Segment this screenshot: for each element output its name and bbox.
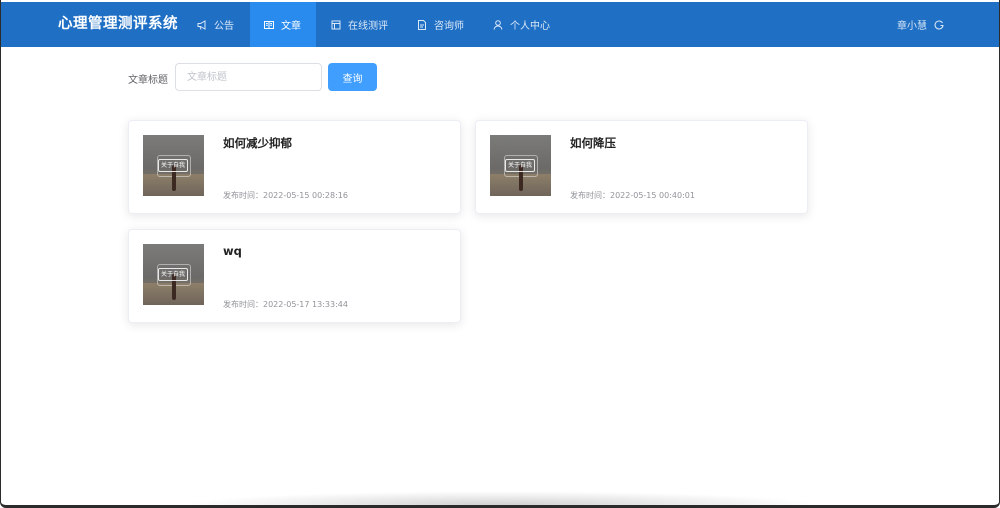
nav-item-online-assessment[interactable]: 在线测评 — [316, 2, 402, 47]
book-icon — [263, 19, 275, 31]
article-card[interactable]: 关于自我 wq 发布时间：2022-05-17 13:33:44 — [128, 229, 461, 323]
user-menu[interactable]: 章小慧 — [897, 2, 945, 47]
thumbnail-tag: 关于自我 — [158, 159, 188, 172]
article-publish-time: 发布时间：2022-05-17 13:33:44 — [223, 300, 348, 309]
bottom-shadow — [181, 491, 821, 505]
nav-item-label: 文章 — [281, 21, 301, 32]
app-title: 心理管理测评系统 — [58, 16, 178, 32]
nav-item-label: 在线测评 — [348, 21, 388, 32]
article-title[interactable]: 如何降压 — [570, 135, 616, 151]
article-card[interactable]: 关于自我 如何降压 发布时间：2022-05-15 00:40:01 — [475, 120, 808, 214]
article-card[interactable]: 关于自我 如何减少抑郁 发布时间：2022-05-15 00:28:16 — [128, 120, 461, 214]
logout-icon[interactable] — [933, 19, 945, 31]
article-thumbnail: 关于自我 — [143, 244, 204, 305]
app-window: 心理管理测评系统 公告 文章 在线测评 咨询师 个人中心 章小慧 文章标题 文章… — [0, 0, 1000, 508]
article-title[interactable]: 如何减少抑郁 — [223, 135, 292, 151]
search-button[interactable]: 查询 — [328, 63, 377, 91]
article-title[interactable]: wq — [223, 244, 242, 258]
article-publish-time: 发布时间：2022-05-15 00:28:16 — [223, 191, 348, 200]
megaphone-icon — [196, 19, 208, 31]
user-icon — [492, 19, 504, 31]
thumbnail-tag: 关于自我 — [158, 268, 188, 281]
thumbnail-tag: 关于自我 — [505, 159, 535, 172]
nav-item-label: 咨询师 — [434, 21, 464, 32]
search-label: 文章标题 — [128, 75, 168, 86]
form-icon — [330, 19, 342, 31]
top-navbar: 心理管理测评系统 公告 文章 在线测评 咨询师 个人中心 章小慧 — [1, 2, 999, 47]
article-thumbnail: 关于自我 — [143, 135, 204, 196]
search-input[interactable] — [175, 63, 322, 91]
nav-item-personal-center[interactable]: 个人中心 — [478, 2, 564, 47]
nav-item-label: 个人中心 — [510, 21, 550, 32]
nav-item-announcements[interactable]: 公告 — [182, 2, 250, 47]
article-thumbnail: 关于自我 — [490, 135, 551, 196]
document-icon — [416, 19, 428, 31]
article-publish-time: 发布时间：2022-05-15 00:40:01 — [570, 191, 695, 200]
username: 章小慧 — [897, 21, 927, 32]
nav-item-label: 公告 — [214, 21, 234, 32]
nav-item-counselors[interactable]: 咨询师 — [402, 2, 478, 47]
nav-item-articles[interactable]: 文章 — [250, 2, 316, 47]
